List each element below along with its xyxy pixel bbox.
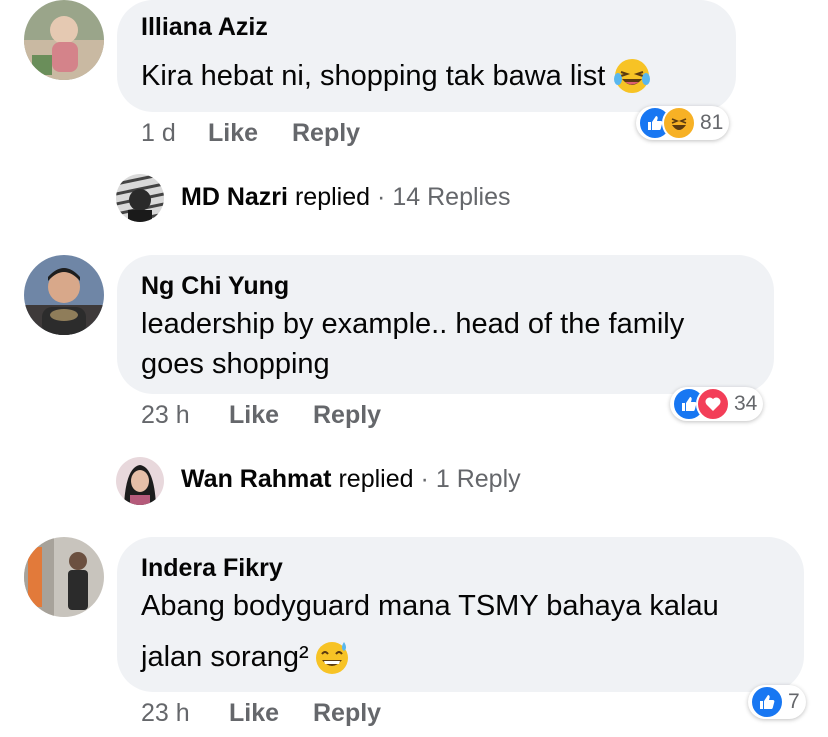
reply-label[interactable]: Reply	[292, 119, 360, 147]
comment-meta: 1 d	[141, 119, 176, 148]
comment-author[interactable]: Illiana Aziz	[141, 13, 268, 42]
comment-author[interactable]: Ng Chi Yung	[141, 272, 289, 301]
reaction-count: 34	[734, 392, 758, 415]
comment-text: Kira hebat ni, shopping tak bawa list	[141, 56, 651, 96]
like-label[interactable]: Like	[229, 699, 279, 727]
comment-text-line: Kira hebat ni, shopping tak bawa list	[141, 60, 606, 92]
replied-label: replied	[294, 183, 371, 211]
love-icon	[696, 387, 730, 421]
comment-author[interactable]: Indera Fikry	[141, 554, 283, 583]
comment-text: jalan sorang²	[141, 637, 351, 677]
reply-label[interactable]: Reply	[313, 699, 381, 727]
like-label[interactable]: Like	[229, 401, 279, 429]
reply-link[interactable]: Reply	[292, 119, 360, 148]
reply-label[interactable]: Reply	[313, 401, 381, 429]
replier-name[interactable]: MD Nazri	[181, 183, 288, 212]
like-link[interactable]: Like	[229, 699, 279, 728]
avatar-md-nazri[interactable]	[116, 174, 164, 222]
reaction-summary[interactable]: 81	[636, 106, 730, 140]
reaction-summary[interactable]: 7	[748, 685, 806, 719]
reply-link[interactable]: Reply	[313, 401, 381, 430]
view-replies[interactable]: Wan Rahmat replied · 1 Reply	[181, 465, 521, 494]
avatar-illiana-aziz[interactable]	[24, 0, 104, 80]
like-label[interactable]: Like	[208, 119, 258, 147]
comment-timestamp[interactable]: 1 d	[141, 119, 176, 147]
separator-dot: ·	[420, 465, 429, 493]
comment-meta: 23 h	[141, 699, 190, 728]
reaction-summary[interactable]: 34	[670, 387, 764, 421]
like-link[interactable]: Like	[208, 119, 258, 148]
sweat-smile-emoji-icon	[313, 638, 351, 676]
comment-text: Abang bodyguard mana TSMY bahaya kalau	[141, 590, 719, 622]
haha-emoji-icon	[613, 57, 651, 95]
view-replies[interactable]: MD Nazri replied · 14 Replies	[181, 183, 511, 212]
comment-text: leadership by example.. head of the fami…	[141, 308, 685, 340]
comment-meta: 23 h	[141, 401, 190, 430]
reaction-count: 7	[788, 690, 800, 713]
avatar-indera-fikry[interactable]	[24, 537, 104, 617]
separator-dot: ·	[377, 183, 386, 211]
avatar-wan-rahmat[interactable]	[116, 457, 164, 505]
comment-timestamp[interactable]: 23 h	[141, 401, 190, 429]
haha-icon	[662, 106, 696, 140]
replier-name[interactable]: Wan Rahmat	[181, 465, 331, 494]
comment-timestamp[interactable]: 23 h	[141, 699, 190, 727]
avatar-ng-chi-yung[interactable]	[24, 255, 104, 335]
comment-text-line: jalan sorang²	[141, 641, 309, 673]
replies-count[interactable]: 14 Replies	[392, 183, 510, 212]
reaction-count: 81	[700, 111, 724, 134]
replies-count[interactable]: 1 Reply	[436, 465, 521, 494]
replied-label: replied	[338, 465, 414, 493]
comment-text: goes shopping	[141, 348, 330, 380]
like-icon	[750, 685, 784, 719]
reply-link[interactable]: Reply	[313, 699, 381, 728]
like-link[interactable]: Like	[229, 401, 279, 430]
